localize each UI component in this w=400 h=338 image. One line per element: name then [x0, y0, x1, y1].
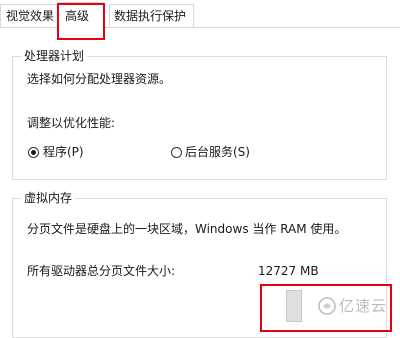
highlight-box-advanced-tab: [57, 3, 105, 40]
paging-file-total-label: 所有驱动器总分页文件大小:: [27, 264, 176, 278]
radio-background-services-label[interactable]: 后台服务(S): [185, 144, 250, 160]
tab-dep-label: 数据执行保护: [114, 9, 187, 23]
cloud-logo-icon: [318, 297, 336, 315]
watermark-text: 亿速云: [339, 297, 388, 315]
virtual-memory-title: 虚拟内存: [21, 191, 76, 206]
processor-scheduling-group: 处理器计划 选择如何分配处理器资源。 调整以优化性能: 程序(P) 后台服务(S…: [12, 49, 387, 180]
radio-programs-label[interactable]: 程序(P): [43, 144, 84, 160]
virtual-memory-description: 分页文件是硬盘上的一块区域，Windows 当作 RAM 使用。: [27, 222, 347, 236]
adjust-performance-label: 调整以优化性能:: [27, 116, 116, 130]
radio-programs-button[interactable]: [28, 147, 39, 158]
watermark: 亿速云: [318, 292, 398, 320]
tab-data-execution-prevention[interactable]: 数据执行保护: [109, 4, 194, 27]
radio-background-services-button[interactable]: [171, 147, 182, 158]
tab-visual-effects[interactable]: 视觉效果: [0, 4, 58, 27]
processor-scheduling-description: 选择如何分配处理器资源。: [27, 72, 172, 86]
paging-file-total-value: 12727 MB: [258, 264, 319, 278]
tab-visual-effects-label: 视觉效果: [6, 9, 55, 23]
processor-scheduling-title: 处理器计划: [21, 49, 88, 64]
